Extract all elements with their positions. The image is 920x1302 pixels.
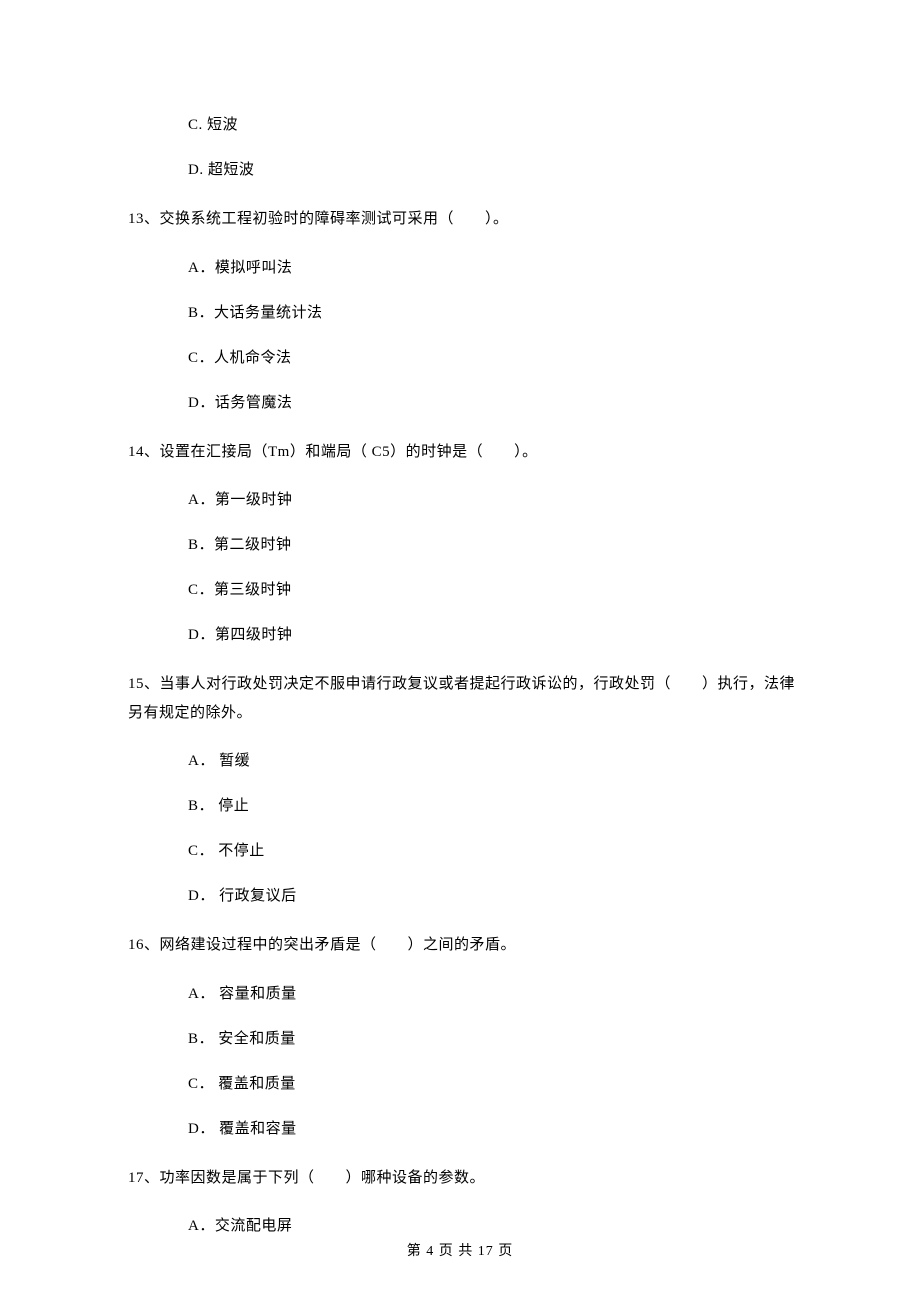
question-14-option-b: B．第二级时钟: [128, 535, 795, 556]
question-16-option-b: B． 安全和质量: [128, 1029, 795, 1050]
question-14-stem: 14、设置在汇接局（Tm）和端局（ C5）的时钟是（ ）。: [128, 438, 795, 467]
question-13-option-b: B．大话务量统计法: [128, 303, 795, 324]
question-14-option-c: C．第三级时钟: [128, 580, 795, 601]
question-15-option-d: D． 行政复议后: [128, 886, 795, 907]
question-13-stem: 13、交换系统工程初验时的障碍率测试可采用（ ）。: [128, 205, 795, 234]
question-13-option-a: A．模拟呼叫法: [128, 258, 795, 279]
question-17-option-a: A．交流配电屏: [128, 1216, 795, 1237]
question-16-option-d: D． 覆盖和容量: [128, 1119, 795, 1140]
question-15-option-a: A． 暂缓: [128, 751, 795, 772]
orphan-option: C. 短波: [128, 115, 795, 136]
question-16-option-a: A． 容量和质量: [128, 984, 795, 1005]
question-13-option-c: C．人机命令法: [128, 348, 795, 369]
question-15-option-b: B． 停止: [128, 796, 795, 817]
orphan-option: D. 超短波: [128, 160, 795, 181]
question-17-stem: 17、功率因数是属于下列（ ）哪种设备的参数。: [128, 1164, 795, 1193]
question-16-stem: 16、网络建设过程中的突出矛盾是（ ）之间的矛盾。: [128, 931, 795, 960]
question-14-option-a: A．第一级时钟: [128, 490, 795, 511]
question-15-option-c: C． 不停止: [128, 841, 795, 862]
question-15-stem: 15、当事人对行政处罚决定不服申请行政复议或者提起行政诉讼的，行政处罚（ ）执行…: [128, 670, 795, 727]
question-16-option-c: C． 覆盖和质量: [128, 1074, 795, 1095]
question-13-option-d: D．话务管魔法: [128, 393, 795, 414]
question-14-option-d: D．第四级时钟: [128, 625, 795, 646]
page-container: C. 短波 D. 超短波 13、交换系统工程初验时的障碍率测试可采用（ ）。 A…: [0, 0, 920, 1302]
page-footer: 第 4 页 共 17 页: [0, 1240, 920, 1260]
